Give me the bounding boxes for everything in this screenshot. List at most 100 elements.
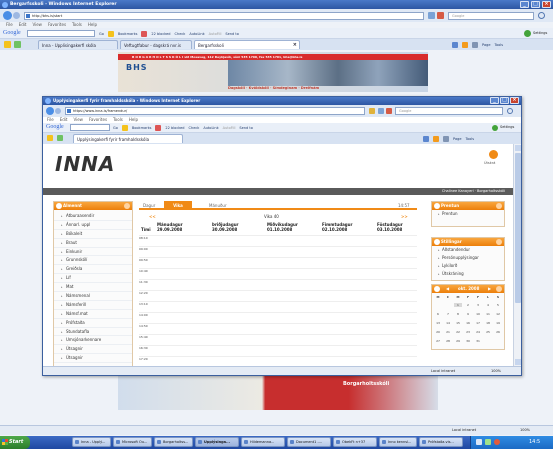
inner-minimize-button[interactable]: _ (490, 97, 499, 104)
tab-vika[interactable]: Vika (164, 201, 192, 210)
mini-day[interactable]: 11 (484, 312, 492, 316)
taskbar-button[interactable]: Borgarholtss... (154, 437, 193, 447)
mini-day[interactable]: 19 (494, 321, 502, 325)
settings-item[interactable]: Útskráning (432, 270, 504, 278)
inner-toolbar-sendto[interactable]: Send to (239, 126, 252, 130)
minimize-button[interactable]: _ (520, 1, 529, 8)
outer-tools-menu[interactable]: Tools (494, 43, 503, 47)
logout-icon[interactable] (489, 150, 498, 159)
taskbar-button-active[interactable]: Upplýsinga... (195, 437, 239, 447)
inner-toolbar-go[interactable]: Go (113, 126, 118, 130)
taskbar-button[interactable]: Prófstaða.vis... (419, 437, 463, 447)
stop-icon[interactable] (437, 12, 444, 19)
inner-address-field[interactable]: https://www.inna.is/framendur/ (65, 107, 365, 115)
settings-item[interactable]: Lykilorð (432, 262, 504, 270)
mini-day[interactable]: 6 (434, 312, 442, 316)
taskbar-button[interactable]: Hildemanna... (241, 437, 285, 447)
home-icon[interactable] (452, 42, 458, 48)
left-nav-item[interactable]: Einkunir (54, 248, 132, 257)
inner-home-icon[interactable] (423, 136, 429, 142)
inner-toolbar-autofill[interactable]: AutoFill (223, 126, 236, 130)
forward-icon[interactable] (13, 12, 20, 19)
toolbar-blocked[interactable]: 22 blocked (151, 32, 170, 36)
printer-item[interactable]: Prentun (432, 210, 504, 218)
logout-label[interactable]: Útskrá (484, 161, 495, 165)
network-icon[interactable] (476, 439, 482, 445)
outer-settings-label[interactable]: Settings (533, 31, 547, 35)
mini-day[interactable]: 27 (434, 339, 442, 343)
security-icon[interactable] (494, 439, 500, 445)
lock-icon[interactable] (369, 108, 375, 114)
left-nav-item[interactable]: Ánnarl. uppl (54, 221, 132, 230)
search-icon[interactable] (538, 12, 545, 19)
left-nav-item[interactable]: Námsmenal (54, 292, 132, 301)
toolbar-go[interactable]: Go (99, 32, 104, 36)
toolbar-autofill[interactable]: AutoFill (209, 32, 222, 36)
mini-day[interactable]: 2 (464, 303, 472, 307)
inner-add-favorites-icon[interactable] (57, 135, 63, 141)
mini-day[interactable]: 31 (474, 339, 482, 343)
mini-day[interactable]: 12 (494, 312, 502, 316)
prev-week-button[interactable]: << (149, 214, 156, 219)
mini-day[interactable]: 7 (444, 312, 452, 316)
settings-item[interactable]: Aðstandendur (432, 246, 504, 254)
mini-day[interactable]: 18 (484, 321, 492, 325)
mini-day[interactable]: 10 (474, 312, 482, 316)
mini-collapse-icon[interactable] (496, 286, 502, 292)
mini-day[interactable]: 28 (444, 339, 452, 343)
inner-maximize-button[interactable]: □ (500, 97, 509, 104)
taskbar-button[interactable]: Inna - Upplý... (72, 437, 111, 447)
mini-day[interactable]: 16 (464, 321, 472, 325)
mini-day[interactable]: 23 (464, 330, 472, 334)
toolbar-sendto[interactable]: Send to (225, 32, 238, 36)
start-button[interactable]: Start (0, 436, 30, 449)
left-nav-item[interactable]: Líf (54, 274, 132, 284)
left-nav-item[interactable]: Prófstaða (54, 319, 132, 328)
mini-day[interactable]: 9 (464, 312, 472, 316)
inner-toolbar-autolink[interactable]: AutoLink (203, 126, 218, 130)
feeds-icon[interactable] (462, 42, 468, 48)
outer-tab-inna[interactable]: Inna - Upplisingakerfi skóla (38, 40, 118, 49)
favorites-star-icon[interactable] (4, 41, 11, 48)
refresh-icon[interactable] (428, 12, 435, 19)
inner-tools-menu[interactable]: Tools (465, 137, 474, 141)
left-nav-item[interactable]: Útsagnir (54, 345, 132, 355)
mini-day[interactable]: 17 (474, 321, 482, 325)
back-icon[interactable] (3, 11, 12, 20)
inner-scrollbar[interactable] (513, 144, 521, 366)
inner-close-button[interactable]: × (510, 97, 519, 104)
mini-day[interactable]: 25 (484, 330, 492, 334)
left-nav-item[interactable]: Braut (54, 239, 132, 248)
taskbar-button[interactable]: Microsoft Ou... (113, 437, 152, 447)
mini-day[interactable]: 8 (454, 312, 462, 316)
inner-search-field[interactable]: Google (395, 107, 503, 115)
mini-day[interactable]: 29 (454, 339, 462, 343)
inner-favorites-star-icon[interactable] (47, 135, 53, 141)
left-nav-item[interactable]: Umsjónarkennare (54, 336, 132, 346)
settings-icon[interactable] (524, 30, 531, 37)
inner-settings-icon[interactable] (492, 125, 498, 131)
google-search-field[interactable] (27, 30, 95, 37)
collapse-icon[interactable] (124, 203, 130, 209)
left-nav-item[interactable]: Námsferill (54, 301, 132, 310)
mini-day[interactable]: 20 (434, 330, 442, 334)
outer-page-menu[interactable]: Page (482, 43, 490, 47)
printer-collapse-icon[interactable] (496, 203, 502, 209)
tab-close-icon[interactable]: × (293, 42, 297, 48)
tab-dagur[interactable]: Dagur (143, 203, 155, 208)
left-nav-item[interactable]: Útsagnir (54, 354, 132, 364)
inner-stop-icon[interactable] (386, 108, 392, 114)
inner-search-icon[interactable] (507, 108, 513, 114)
inner-back-icon[interactable] (46, 107, 54, 115)
outer-zoom[interactable]: 100% (520, 426, 530, 435)
mini-next-icon[interactable]: ▶ (488, 285, 491, 293)
mini-day[interactable]: 1 (454, 303, 462, 307)
scroll-down-icon[interactable] (515, 359, 521, 365)
taskbar-button[interactable]: Inno kennsl... (379, 437, 417, 447)
mini-day[interactable]: 4 (484, 303, 492, 307)
toolbar-autolink[interactable]: AutoLink (189, 32, 204, 36)
inner-forward-icon[interactable] (55, 108, 61, 114)
outer-tab-veftugt[interactable]: Veftugtfabur - dagskrá nvr.is (120, 40, 192, 49)
settings-collapse-icon[interactable] (496, 239, 502, 245)
mini-day[interactable]: 14 (444, 321, 452, 325)
